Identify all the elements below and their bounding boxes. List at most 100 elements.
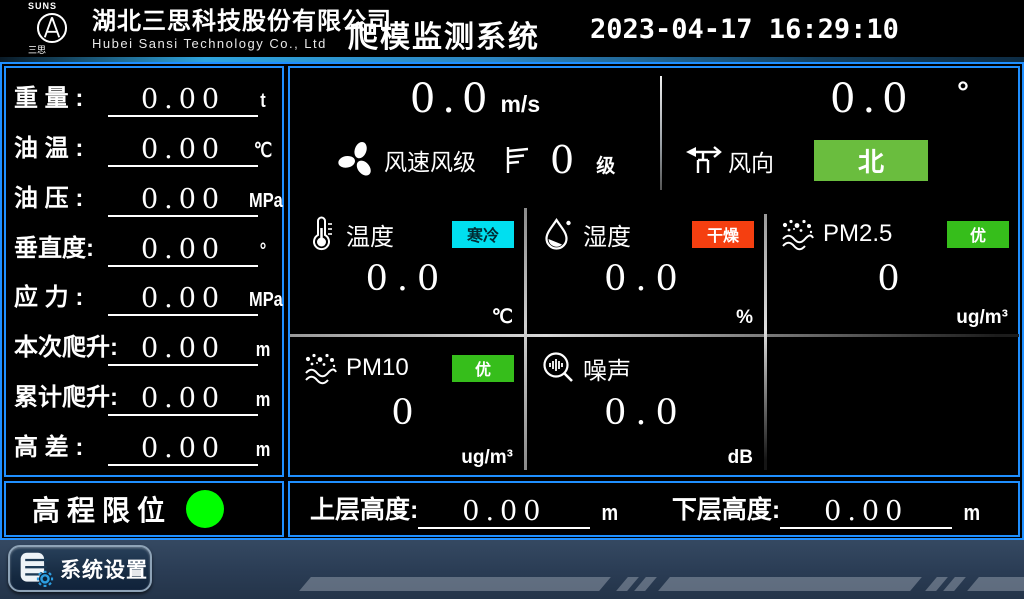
noise-value: 0.0 (527, 393, 764, 433)
pm25-unit: ug/m³ (956, 307, 1008, 329)
humidity-value: 0.0 (527, 259, 764, 299)
metric-label: 垂直度: (14, 228, 94, 263)
wind-direction-unit: ° (957, 76, 969, 110)
noise-cell: 噪声 0.0 dB (527, 337, 764, 474)
fan-icon (336, 139, 378, 181)
temperature-unit: ℃ (492, 306, 513, 329)
humidity-status-badge: 干燥 (692, 221, 754, 248)
metric-row-current-climb: 本次爬升: 0.00 m (8, 321, 280, 371)
footer-stripe (943, 577, 966, 591)
metric-row-stress: 应 力 : 0.00 MPa (8, 272, 280, 322)
lower-height-unit: m (964, 500, 981, 529)
thermometer-icon (303, 216, 339, 252)
noise-meter-icon (540, 350, 576, 386)
metric-value: 0.00 (108, 85, 258, 117)
temperature-cell: 温度 寒冷 0.0 ℃ (290, 203, 524, 334)
metric-row-weight: 重 量 : 0.00 t (8, 72, 280, 122)
noise-unit: dB (728, 447, 753, 469)
metric-unit: m (249, 439, 277, 462)
metric-label: 累计爬升: (14, 377, 118, 412)
footer-stripe (967, 577, 1024, 591)
wind-vane-icon (684, 141, 724, 181)
wind-level-row: 风速风级 0 级 (336, 138, 615, 182)
metric-unit: MPa (249, 190, 277, 213)
climbing-formwork-monitor-screen: SUNS 三思 湖北三思科技股份有限公司 Hubei Sansi Technol… (0, 0, 1024, 599)
elevation-limit-status-indicator (186, 490, 224, 528)
footer-bar: 系统设置 (0, 540, 1024, 599)
metric-row-oil-temp: 油 温 : 0.00 ℃ (8, 122, 280, 172)
metric-label: 重 量 : (14, 78, 83, 113)
lower-height-value: 0.00 (780, 497, 952, 529)
pm10-unit: ug/m³ (461, 447, 513, 469)
datetime-display: 2023-04-17 16:29:10 (590, 14, 899, 45)
metric-label: 油 压 : (14, 178, 83, 213)
temperature-status-badge: 寒冷 (452, 221, 514, 248)
logo-mark-icon (35, 11, 69, 45)
metrics-panel: 重 量 : 0.00 t 油 温 : 0.00 ℃ 油 压 : 0.00 MPa… (4, 66, 284, 477)
wind-level-value: 0 (550, 138, 574, 182)
company-logo: SUNS 三思 (22, 1, 82, 55)
elevation-limit-label: 高程限位 (32, 489, 172, 529)
pm25-cell: PM2.5 优 0 ug/m³ (767, 203, 1019, 334)
temperature-label: 温度 (346, 217, 394, 252)
metric-value: 0.00 (108, 384, 258, 416)
metric-value: 0.00 (108, 284, 258, 316)
temperature-value: 0.0 (290, 259, 524, 299)
noise-label: 噪声 (583, 351, 631, 386)
metric-row-oil-pressure: 油 压 : 0.00 MPa (8, 172, 280, 222)
pm10-cell: PM10 优 0 ug/m³ (290, 337, 524, 474)
footer-stripe (299, 577, 611, 591)
upper-height-group: 上层高度: 0.00 m (310, 490, 620, 529)
metric-unit: ℃ (249, 138, 277, 163)
wind-level-flag-icon (500, 143, 534, 177)
upper-height-unit: m (602, 500, 619, 529)
humidity-unit: % (736, 307, 753, 329)
company-name: 湖北三思科技股份有限公司 Hubei Sansi Technology Co.,… (92, 8, 392, 52)
metric-label: 高 差 : (14, 427, 83, 462)
metric-label: 油 温 : (14, 128, 83, 163)
metric-row-height-diff: 高 差 : 0.00 m (8, 421, 280, 471)
footer-stripe (658, 577, 922, 591)
metric-label: 本次爬升: (14, 327, 118, 362)
wind-level-unit: 级 (596, 151, 615, 178)
metric-unit: MPa (249, 289, 277, 312)
metric-value: 0.00 (108, 434, 258, 466)
upper-height-value: 0.00 (418, 497, 590, 529)
metric-label: 应 力 : (14, 277, 83, 312)
wind-speed-value: 0.0 (410, 76, 495, 122)
pm10-status-badge: 优 (452, 355, 514, 382)
wind-direction-row: 风向 北 (684, 140, 928, 181)
metric-unit: t (249, 90, 277, 113)
wind-speed-reading: 0.0m/s (290, 76, 660, 122)
wind-speed-unit: m/s (500, 91, 540, 117)
company-name-cn: 湖北三思科技股份有限公司 (92, 8, 392, 35)
wind-direction-label: 风向 (728, 144, 774, 178)
company-name-en: Hubei Sansi Technology Co., Ltd (92, 35, 392, 52)
lower-height-group: 下层高度: 0.00 m (672, 490, 982, 529)
wind-direction-section: 0.0 ° 风向 北 (662, 68, 1019, 203)
upper-height-label: 上层高度: (310, 490, 418, 529)
metric-unit: m (249, 339, 277, 362)
heights-panel: 上层高度: 0.00 m 下层高度: 0.00 m (288, 481, 1020, 537)
particles-icon (303, 350, 339, 386)
metric-unit: ° (249, 240, 277, 263)
metric-value: 0.00 (108, 185, 258, 217)
metric-value: 0.00 (108, 135, 258, 167)
pm25-label: PM2.5 (823, 220, 892, 248)
pm10-value: 0 (290, 393, 524, 433)
metric-row-verticality: 垂直度: 0.00 ° (8, 222, 280, 272)
logo-suns-text: SUNS (22, 1, 82, 11)
metric-value: 0.00 (108, 235, 258, 267)
elevation-limit-panel: 高程限位 (4, 481, 284, 537)
settings-sliders-gear-icon (18, 550, 54, 588)
metric-value: 0.00 (108, 334, 258, 366)
page-title: 爬模监测系统 (348, 12, 540, 56)
pm10-label: PM10 (346, 354, 409, 382)
system-settings-button[interactable]: 系统设置 (8, 545, 152, 592)
footer-stripe (634, 577, 657, 591)
header: SUNS 三思 湖北三思科技股份有限公司 Hubei Sansi Technol… (0, 0, 1024, 57)
environment-panel: 0.0m/s 风速风级 0 级 (288, 66, 1020, 477)
metric-unit: m (249, 389, 277, 412)
droplet-icon (540, 216, 576, 252)
pm25-status-badge: 优 (947, 221, 1009, 248)
